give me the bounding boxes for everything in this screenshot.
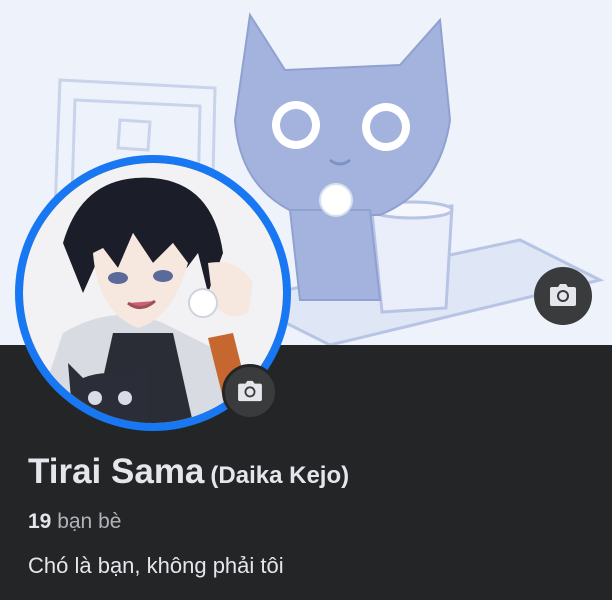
friends-count: 19 — [28, 510, 52, 533]
edit-cover-photo-button[interactable] — [534, 267, 592, 325]
friends-label: bạn bè — [57, 510, 122, 533]
profile-name-line: Tirai Sama (Daika Kejo) — [28, 452, 349, 492]
edit-avatar-button[interactable] — [222, 364, 278, 420]
camera-icon — [237, 380, 263, 405]
camera-icon — [549, 283, 577, 310]
profile-alternate-name: (Daika Kejo) — [210, 462, 350, 489]
profile-bio: Chó là bạn, không phải tôi — [28, 553, 284, 578]
friends-count-link[interactable]: 19 bạn bè — [28, 510, 121, 534]
profile-name: Tirai Sama — [28, 452, 205, 491]
